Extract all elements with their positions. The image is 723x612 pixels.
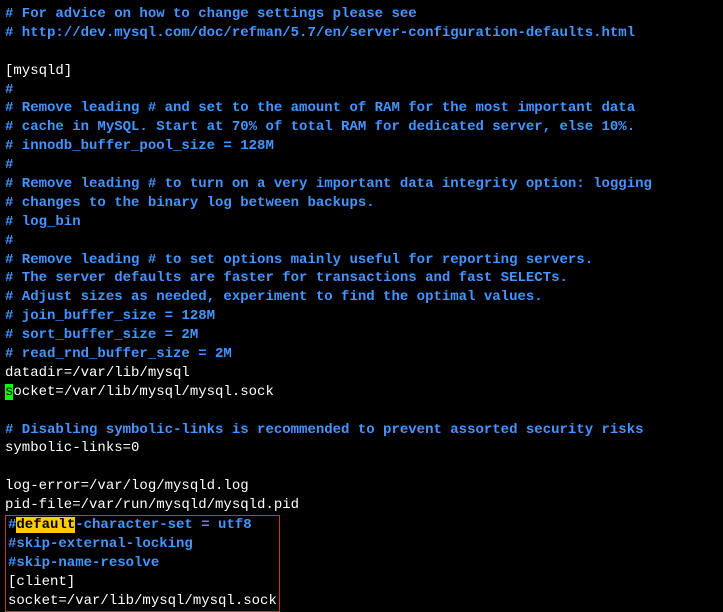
highlighted-region: #default-character-set = utf8 #skip-exte… <box>5 515 280 611</box>
config-line: symbolic-links=0 <box>5 439 708 458</box>
config-line: # read_rnd_buffer_size = 2M <box>5 345 708 364</box>
config-line: [mysqld] <box>5 62 708 81</box>
config-line: socket=/var/lib/mysql/mysql.sock <box>8 592 277 611</box>
config-line: # Remove leading # to set options mainly… <box>5 251 708 270</box>
config-line: # Disabling symbolic-links is recommende… <box>5 421 708 440</box>
config-line: # join_buffer_size = 128M <box>5 307 708 326</box>
search-highlight: default <box>16 517 75 533</box>
config-line: #default-character-set = utf8 <box>8 516 277 535</box>
config-line-cursor: socket=/var/lib/mysql/mysql.sock <box>5 383 708 402</box>
config-line: # For advice on how to change settings p… <box>5 5 708 24</box>
config-line: # The server defaults are faster for tra… <box>5 269 708 288</box>
config-line: # Remove leading # to turn on a very imp… <box>5 175 708 194</box>
config-line: # sort_buffer_size = 2M <box>5 326 708 345</box>
config-line: # Remove leading # and set to the amount… <box>5 99 708 118</box>
config-line: # log_bin <box>5 213 708 232</box>
config-line: # changes to the binary log between back… <box>5 194 708 213</box>
config-line: datadir=/var/lib/mysql <box>5 364 708 383</box>
config-line: # cache in MySQL. Start at 70% of total … <box>5 118 708 137</box>
config-line: # http://dev.mysql.com/doc/refman/5.7/en… <box>5 24 708 43</box>
editor-viewport[interactable]: # For advice on how to change settings p… <box>5 5 708 612</box>
config-line: #skip-name-resolve <box>8 554 277 573</box>
config-line <box>5 402 708 421</box>
config-line: #skip-external-locking <box>8 535 277 554</box>
config-line: # innodb_buffer_pool_size = 128M <box>5 137 708 156</box>
config-line <box>5 43 708 62</box>
config-line: log-error=/var/log/mysqld.log <box>5 477 708 496</box>
config-line: # <box>5 156 708 175</box>
config-line: # <box>5 232 708 251</box>
config-text: -character-set = utf8 <box>75 517 251 533</box>
config-line: pid-file=/var/run/mysqld/mysqld.pid <box>5 496 708 515</box>
config-text: ocket=/var/lib/mysql/mysql.sock <box>13 384 273 400</box>
config-line: # <box>5 81 708 100</box>
config-line: # Adjust sizes as needed, experiment to … <box>5 288 708 307</box>
config-line: [client] <box>8 573 277 592</box>
config-line <box>5 458 708 477</box>
